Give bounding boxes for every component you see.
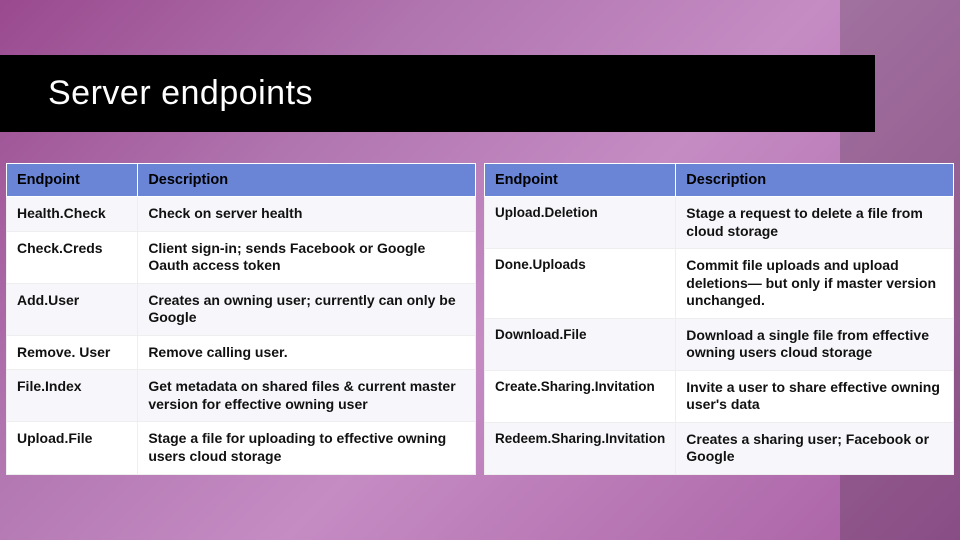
endpoint-cell: Create.Sharing.Invitation: [485, 370, 676, 422]
endpoint-cell: Download.File: [485, 318, 676, 370]
description-cell: Get metadata on shared files & current m…: [138, 370, 476, 422]
table-row: Upload.Deletion Stage a request to delet…: [485, 197, 954, 249]
endpoint-cell: Remove. User: [7, 335, 138, 370]
description-cell: Creates an owning user; currently can on…: [138, 283, 476, 335]
table-row: Add.User Creates an owning user; current…: [7, 283, 476, 335]
endpoint-cell: Check.Creds: [7, 231, 138, 283]
description-cell: Check on server health: [138, 197, 476, 232]
table-row: Done.Uploads Commit file uploads and upl…: [485, 249, 954, 319]
slide-title: Server endpoints: [48, 74, 313, 113]
endpoint-cell: Add.User: [7, 283, 138, 335]
endpoint-cell: Upload.File: [7, 422, 138, 474]
table-row: Remove. User Remove calling user.: [7, 335, 476, 370]
endpoints-table-left: Endpoint Description Health.Check Check …: [6, 163, 476, 475]
table-row: Check.Creds Client sign-in; sends Facebo…: [7, 231, 476, 283]
endpoint-cell: Health.Check: [7, 197, 138, 232]
col-header-description: Description: [138, 164, 476, 197]
description-cell: Commit file uploads and upload deletions…: [676, 249, 954, 319]
table-row: Redeem.Sharing.Invitation Creates a shar…: [485, 422, 954, 474]
table-header-row: Endpoint Description: [485, 164, 954, 197]
description-cell: Client sign-in; sends Facebook or Google…: [138, 231, 476, 283]
col-header-description: Description: [676, 164, 954, 197]
endpoint-cell: Redeem.Sharing.Invitation: [485, 422, 676, 474]
table-header-row: Endpoint Description: [7, 164, 476, 197]
endpoint-cell: File.Index: [7, 370, 138, 422]
description-cell: Creates a sharing user; Facebook or Goog…: [676, 422, 954, 474]
description-cell: Stage a file for uploading to effective …: [138, 422, 476, 474]
endpoint-cell: Upload.Deletion: [485, 197, 676, 249]
table-row: Health.Check Check on server health: [7, 197, 476, 232]
endpoints-table-right: Endpoint Description Upload.Deletion Sta…: [484, 163, 954, 475]
tables-container: Endpoint Description Health.Check Check …: [6, 163, 954, 475]
table-row: Upload.File Stage a file for uploading t…: [7, 422, 476, 474]
description-cell: Invite a user to share effective owning …: [676, 370, 954, 422]
description-cell: Remove calling user.: [138, 335, 476, 370]
table-row: Download.File Download a single file fro…: [485, 318, 954, 370]
col-header-endpoint: Endpoint: [7, 164, 138, 197]
description-cell: Stage a request to delete a file from cl…: [676, 197, 954, 249]
table-row: File.Index Get metadata on shared files …: [7, 370, 476, 422]
description-cell: Download a single file from effective ow…: [676, 318, 954, 370]
table-row: Create.Sharing.Invitation Invite a user …: [485, 370, 954, 422]
endpoint-cell: Done.Uploads: [485, 249, 676, 319]
col-header-endpoint: Endpoint: [485, 164, 676, 197]
title-bar: Server endpoints: [0, 55, 875, 132]
